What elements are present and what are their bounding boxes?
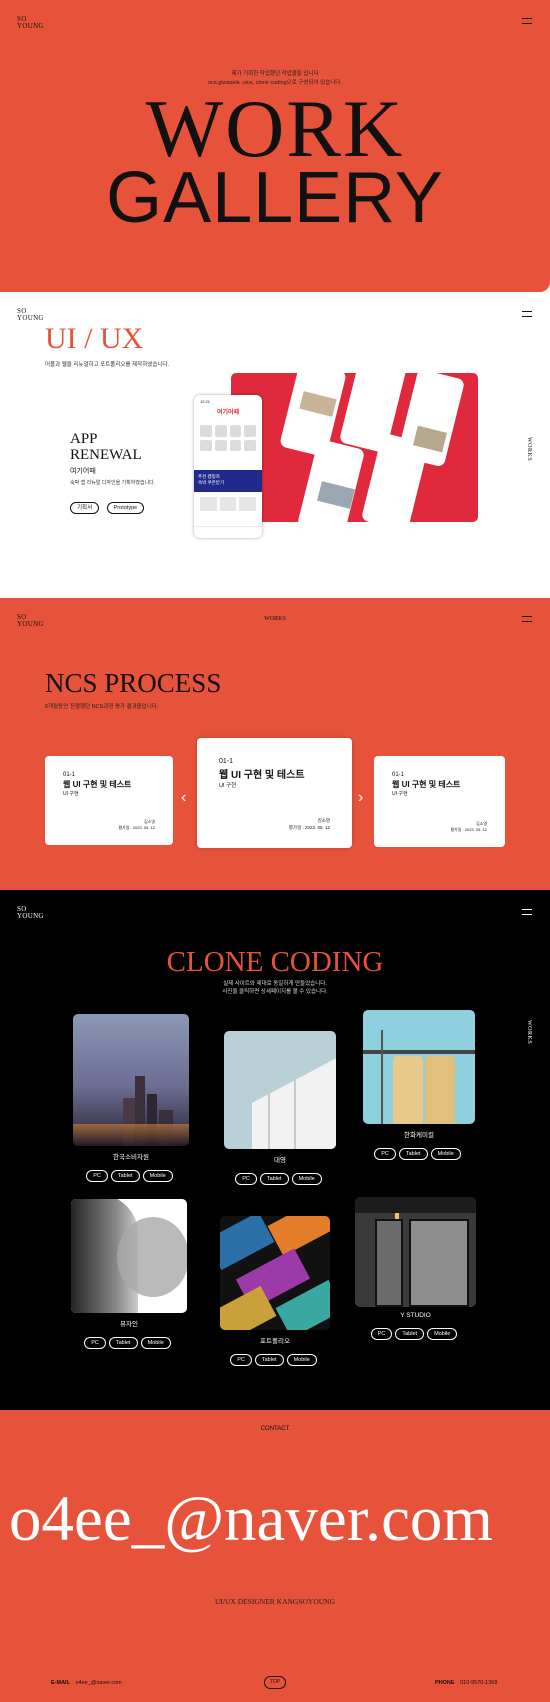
tag-pc: PC bbox=[370, 1328, 393, 1340]
clone-thumb-ystudio[interactable] bbox=[355, 1197, 476, 1307]
tag-tablet: Tablet bbox=[108, 1337, 138, 1349]
project-desc: 숙박 앱 리뉴얼 디자인을 기획하였습니다. bbox=[70, 480, 156, 486]
menu-icon[interactable] bbox=[522, 311, 532, 317]
menu-icon[interactable] bbox=[522, 18, 532, 24]
tag-mobile: Mobile bbox=[291, 1173, 322, 1185]
clone-thumb-hanwha[interactable] bbox=[363, 1010, 475, 1124]
tag-tablet: Tablet bbox=[395, 1328, 425, 1340]
clone-name: 한국소비자원 bbox=[113, 1154, 149, 1161]
clone-section: SO YOUNG CLONE CODING 실제 사이트와 제대로 동일하게 만… bbox=[0, 890, 550, 1410]
contact-email-big[interactable]: o4ee_@naver.com bbox=[9, 1484, 493, 1554]
uiux-section: SO YOUNG UI / UX 어플과 웹을 리뉴얼하고 포트폴리오를 제작하… bbox=[0, 292, 550, 598]
tag-pc: PC bbox=[86, 1170, 108, 1182]
menu-icon[interactable] bbox=[522, 616, 532, 622]
email-value[interactable]: o4ee_@naver.com bbox=[75, 1680, 121, 1686]
clone-name: 뮤자인 bbox=[120, 1321, 138, 1328]
phone-time: 12:21 bbox=[200, 399, 211, 404]
logo-line2: YOUNG bbox=[17, 314, 44, 322]
menu-icon[interactable] bbox=[522, 909, 532, 915]
tag-pc: PC bbox=[84, 1337, 106, 1349]
logo-line2: YOUNG bbox=[17, 22, 44, 30]
contact-section: CONTACT o4ee_@naver.com UI/UX DESIGNER K… bbox=[0, 1410, 550, 1702]
ncs-section: SO YOUNG WORKS NCS PROCESS 6개월동안 진행했던 NC… bbox=[0, 598, 550, 890]
card-date: 평가일 : 2023. 05. 12 bbox=[288, 825, 330, 830]
clone-thumb-muzain[interactable] bbox=[71, 1199, 187, 1313]
contact-label: CONTACT bbox=[260, 1426, 290, 1432]
tag-prototype[interactable]: Prototype bbox=[106, 502, 145, 514]
card-title: 웹 UI 구현 및 테스트 bbox=[219, 770, 305, 781]
top-button[interactable]: TOP bbox=[264, 1676, 286, 1689]
clone-heading: CLONE CODING bbox=[166, 946, 384, 978]
phone-label: PHONE bbox=[435, 1680, 455, 1686]
phone-brand: 여기어때 bbox=[216, 410, 240, 416]
card-title: 웹 UI 구현 및 테스트 bbox=[392, 780, 461, 789]
card-num: 01-1 bbox=[63, 772, 76, 778]
tag-tablet: Tablet bbox=[110, 1170, 140, 1182]
tag-tablet: Tablet bbox=[259, 1173, 289, 1185]
side-label-works: WORKS bbox=[526, 437, 532, 462]
hero-intro-1: 제가 기획한 작업했던 작업물들 입니다 bbox=[231, 71, 319, 77]
tag-pc: PC bbox=[235, 1173, 257, 1185]
tag-tablet: Tablet bbox=[398, 1148, 428, 1160]
card-sub: UI 구현 bbox=[63, 791, 79, 797]
app-phone-front[interactable]: 12:21 여기어때 추천 캠핑카 숙박 쿠폰받기 bbox=[194, 395, 262, 538]
card-date: 평가일 : 2023. 05. 12 bbox=[118, 825, 155, 830]
card-sub: UI 구현 bbox=[219, 783, 237, 789]
logo-line2: YOUNG bbox=[17, 912, 44, 920]
hero-title-gallery: GALLERY bbox=[106, 158, 444, 238]
clone-name: 포트폴리오 bbox=[260, 1338, 290, 1345]
nav-works[interactable]: WORKS bbox=[0, 616, 550, 622]
clone-thumb-daeyoung[interactable] bbox=[224, 1031, 336, 1149]
ncs-desc: 6개월동안 진행했던 NCS과정 평가 결과물입니다. bbox=[45, 704, 159, 710]
card-sub: UI 구현 bbox=[392, 791, 408, 797]
phone-banner-line2: 숙박 쿠폰받기 bbox=[198, 480, 225, 485]
card-title: 웹 UI 구현 및 테스트 bbox=[63, 780, 132, 789]
logo-line2: YOUNG bbox=[17, 620, 44, 628]
uiux-desc: 어플과 웹을 리뉴얼하고 포트폴리오를 제작하였습니다. bbox=[45, 362, 170, 368]
side-label-works: WORKS bbox=[526, 1020, 532, 1045]
card-num: 01-1 bbox=[392, 772, 405, 778]
ncs-card-active[interactable]: 01-1 웹 UI 구현 및 테스트 UI 구현 김소영 평가일 : 2023.… bbox=[197, 738, 352, 848]
phone-banner: 추천 캠핑카 숙박 쿠폰받기 bbox=[194, 470, 262, 492]
ncs-card[interactable]: 01-1 웹 UI 구현 및 테스트 UI 구현 김소영 평가일 : 2023.… bbox=[374, 756, 505, 847]
logo[interactable]: SO YOUNG bbox=[17, 906, 44, 920]
card-num: 01-1 bbox=[219, 758, 234, 765]
tag-pc: PC bbox=[374, 1148, 396, 1160]
app-mockup-board[interactable] bbox=[231, 373, 478, 522]
clone-name: 한화케미컬 bbox=[404, 1132, 434, 1139]
uiux-heading: UI / UX bbox=[45, 322, 144, 355]
clone-name: Y STUDIO bbox=[400, 1312, 431, 1319]
ncs-card[interactable]: 01-1 웹 UI 구현 및 테스트 UI 구현 김소영 평가일 : 2023.… bbox=[45, 756, 173, 845]
project-title-1: APP bbox=[70, 431, 98, 447]
logo[interactable]: SO YOUNG bbox=[17, 308, 44, 322]
tag-mobile: Mobile bbox=[142, 1170, 173, 1182]
clone-thumb-consumer[interactable] bbox=[73, 1014, 189, 1146]
project-name: 여기어때 bbox=[70, 468, 96, 475]
clone-thumb-portfolio[interactable] bbox=[220, 1216, 330, 1330]
email-label: E-MAIL bbox=[51, 1680, 70, 1686]
clone-desc-1: 실제 사이트와 제대로 동일하게 만들었습니다. bbox=[223, 981, 327, 987]
clone-name: 대영 bbox=[274, 1157, 286, 1164]
designer-title: UI/UX DESIGNER KANGSOYOUNG bbox=[215, 1597, 335, 1606]
tag-mobile: Mobile bbox=[430, 1148, 461, 1160]
tag-tablet: Tablet bbox=[254, 1354, 284, 1366]
logo[interactable]: SO YOUNG bbox=[17, 16, 44, 30]
tag-mobile: Mobile bbox=[286, 1354, 317, 1366]
card-date: 평가일 : 2023. 05. 12 bbox=[450, 827, 487, 832]
ncs-prev-arrow[interactable]: ‹ bbox=[181, 789, 186, 807]
tag-mobile: Mobile bbox=[140, 1337, 171, 1349]
phone-value[interactable]: 010-9570-1368 bbox=[460, 1680, 497, 1686]
tag-planning[interactable]: 기획서 bbox=[70, 502, 100, 514]
tag-mobile: Mobile bbox=[427, 1328, 458, 1340]
tag-pc: PC bbox=[230, 1354, 252, 1366]
clone-desc-2: 사진을 클릭하면 상세페이지를 볼 수 있습니다. bbox=[222, 989, 328, 995]
ncs-next-arrow[interactable]: › bbox=[358, 789, 363, 807]
project-title-2: RENEWAL bbox=[70, 447, 142, 463]
card-author: 김소영 bbox=[317, 818, 330, 823]
hero-section: SO YOUNG 제가 기획한 작업했던 작업물들 입니다 ncs,giwase… bbox=[0, 0, 550, 292]
ncs-heading: NCS PROCESS bbox=[45, 668, 222, 698]
